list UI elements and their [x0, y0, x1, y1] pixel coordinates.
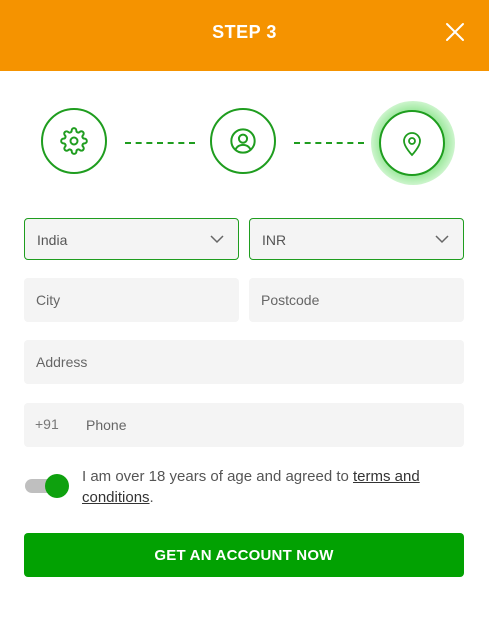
phone-prefix: +91 — [35, 416, 59, 432]
user-icon — [230, 128, 256, 154]
location-pin-icon — [403, 132, 421, 157]
currency-value: INR — [262, 232, 287, 248]
city-input[interactable]: City — [24, 278, 239, 322]
step-settings — [41, 108, 107, 174]
chevron-down-icon — [210, 235, 224, 244]
step-profile — [210, 108, 276, 174]
country-select[interactable]: India — [24, 218, 239, 260]
phone-input[interactable]: +91 Phone — [24, 403, 464, 447]
postcode-placeholder: Postcode — [261, 292, 320, 308]
consent-text-before: I am over 18 years of age and agreed to — [82, 468, 354, 485]
phone-placeholder: Phone — [86, 417, 127, 433]
chevron-down-icon — [435, 235, 449, 244]
consent-text: I am over 18 years of age and agreed to … — [82, 466, 472, 508]
close-button[interactable] — [443, 20, 467, 44]
address-placeholder: Address — [36, 354, 88, 370]
postcode-input[interactable]: Postcode — [249, 278, 464, 322]
step-title: STEP 3 — [212, 22, 277, 42]
modal-header: STEP 3 — [0, 0, 489, 71]
toggle-knob — [45, 474, 69, 498]
address-input[interactable]: Address — [24, 340, 464, 384]
consent-text-after: . — [149, 489, 154, 506]
step-connector — [294, 142, 364, 144]
step-connector — [125, 142, 195, 144]
city-placeholder: City — [36, 292, 61, 308]
currency-select[interactable]: INR — [249, 218, 464, 260]
gear-icon — [60, 127, 88, 155]
age-consent-toggle[interactable] — [25, 474, 69, 498]
get-account-button[interactable]: GET AN ACCOUNT NOW — [24, 533, 464, 577]
step-location — [379, 110, 445, 176]
close-icon — [446, 23, 464, 41]
country-value: India — [37, 232, 68, 248]
